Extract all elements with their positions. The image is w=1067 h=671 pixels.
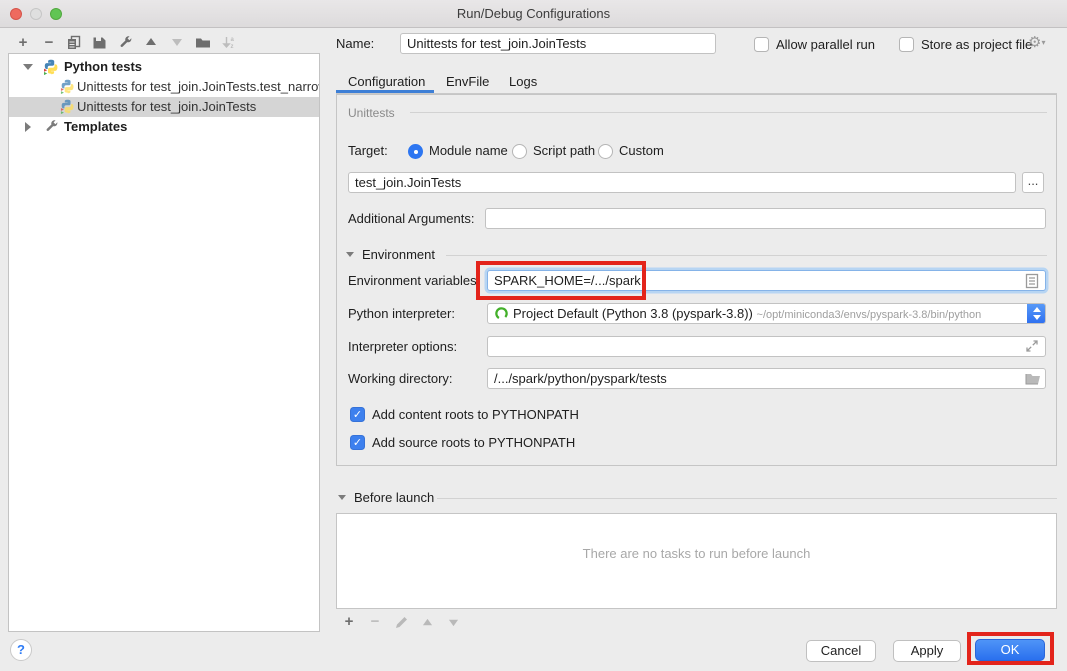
sort-alphabetically-icon[interactable]: az [220,33,238,51]
name-value: Unittests for test_join.JoinTests [407,36,586,51]
conda-environment-icon [494,306,509,324]
target-script-path-radio[interactable] [512,144,527,159]
cancel-button[interactable]: Cancel [806,640,876,662]
tab-logs[interactable]: Logs [509,70,537,93]
svg-text:z: z [230,44,233,50]
before-launch-remove-icon[interactable]: − [366,612,384,630]
templates-wrench-icon [44,119,60,135]
tree-item-label: Unittests for test_join.JoinTests [77,97,256,117]
expand-caret-icon[interactable] [23,64,33,70]
target-label: Target: [348,141,388,161]
add-content-roots-label: Add content roots to PYTHONPATH [372,406,579,424]
section-divider [437,498,1057,499]
collapse-caret-icon[interactable] [25,122,31,132]
tree-item-unittests-jointests-selected[interactable]: Unittests for test_join.JoinTests [9,97,319,117]
target-value: test_join.JoinTests [355,175,461,190]
unittests-group-title: Unittests [348,103,395,123]
window-title: Run/Debug Configurations [0,6,1067,21]
env-vars-editor-icon[interactable] [1025,273,1041,289]
group-divider [410,112,1047,113]
target-custom-radio[interactable] [598,144,613,159]
allow-parallel-run-checkbox[interactable] [754,37,769,52]
before-launch-panel: There are no tasks to run before launch [336,513,1057,609]
tree-item-label: Templates [64,117,127,137]
section-divider [446,255,1047,256]
run-debug-configurations-dialog: Run/Debug Configurations + − az Python t… [0,0,1067,671]
environment-collapse-caret-icon[interactable] [346,252,354,257]
environment-section-title: Environment [362,245,435,265]
copy-configuration-icon[interactable] [64,33,82,51]
target-module-name-label: Module name [429,141,508,161]
tab-envfile[interactable]: EnvFile [446,70,489,93]
help-button[interactable]: ? [10,639,32,661]
add-source-roots-label: Add source roots to PYTHONPATH [372,434,575,452]
python-interpreter-label: Python interpreter: [348,304,455,324]
before-launch-empty-text: There are no tasks to run before launch [337,546,1056,561]
before-launch-edit-pencil-icon[interactable] [392,613,410,631]
python-test-icon [60,99,76,115]
target-input[interactable]: test_join.JoinTests [348,172,1016,193]
environment-variables-label: Environment variables: [348,271,480,291]
tree-item-unittests-narrow[interactable]: Unittests for test_join.JoinTests.test_n… [9,77,319,97]
working-directory-label: Working directory: [348,369,453,389]
python-interpreter-select[interactable]: Project Default (Python 3.8 (pyspark-3.8… [487,303,1046,324]
tree-item-python-tests[interactable]: Python tests [9,57,319,77]
add-content-roots-checkbox[interactable]: ✓ [350,407,365,422]
additional-arguments-label: Additional Arguments: [348,209,474,229]
add-source-roots-checkbox[interactable]: ✓ [350,435,365,450]
move-up-icon[interactable] [142,33,160,51]
new-folder-icon[interactable] [194,33,212,51]
name-label: Name: [336,34,374,54]
annotation-highlight-ok-button [967,632,1054,665]
move-down-icon[interactable] [168,33,186,51]
browse-button[interactable]: ... [1022,172,1044,193]
target-custom-label: Custom [619,141,664,161]
annotation-highlight-env-vars [476,261,646,300]
add-configuration-icon[interactable]: + [14,33,32,51]
interpreter-options-label: Interpreter options: [348,337,457,357]
before-launch-move-down-icon[interactable] [444,613,462,631]
apply-button[interactable]: Apply [893,640,961,662]
allow-parallel-run-label: Allow parallel run [776,36,875,54]
folder-icon[interactable] [1025,371,1041,387]
tree-item-label: Unittests for test_join.JoinTests.test_n… [77,77,319,97]
working-directory-input[interactable]: /.../spark/python/pyspark/tests [487,368,1046,389]
python-interpreter-path: ~/opt/miniconda3/envs/pyspark-3.8/bin/py… [757,309,982,321]
interpreter-options-input[interactable] [487,336,1046,357]
store-as-project-file-label: Store as project file [921,36,1032,54]
target-module-name-radio[interactable] [408,144,423,159]
titlebar: Run/Debug Configurations [0,0,1067,28]
expand-field-icon[interactable] [1025,339,1041,355]
tree-item-label: Python tests [64,57,142,77]
dropdown-stepper-icon[interactable] [1027,303,1046,324]
before-launch-collapse-caret-icon[interactable] [338,495,346,500]
edit-templates-wrench-icon[interactable] [116,33,134,51]
tree-item-templates[interactable]: Templates [9,117,319,137]
gear-icon[interactable]: ⚙▾ [1028,33,1045,51]
store-as-project-file-checkbox[interactable] [899,37,914,52]
svg-text:a: a [230,37,234,43]
target-script-path-label: Script path [533,141,595,161]
remove-configuration-icon[interactable]: − [40,33,58,51]
working-directory-value: /.../spark/python/pyspark/tests [494,371,667,386]
before-launch-add-icon[interactable]: + [340,612,358,630]
configurations-tree: Python tests Unittests for test_join.Joi… [8,53,320,632]
before-launch-move-up-icon[interactable] [418,613,436,631]
before-launch-title: Before launch [354,488,434,508]
python-interpreter-value: Project Default (Python 3.8 (pyspark-3.8… [513,306,753,321]
python-test-icon [60,79,76,95]
save-configuration-icon[interactable] [90,33,108,51]
additional-arguments-input[interactable] [485,208,1046,229]
python-tests-icon [43,59,59,75]
name-input[interactable]: Unittests for test_join.JoinTests [400,33,716,54]
